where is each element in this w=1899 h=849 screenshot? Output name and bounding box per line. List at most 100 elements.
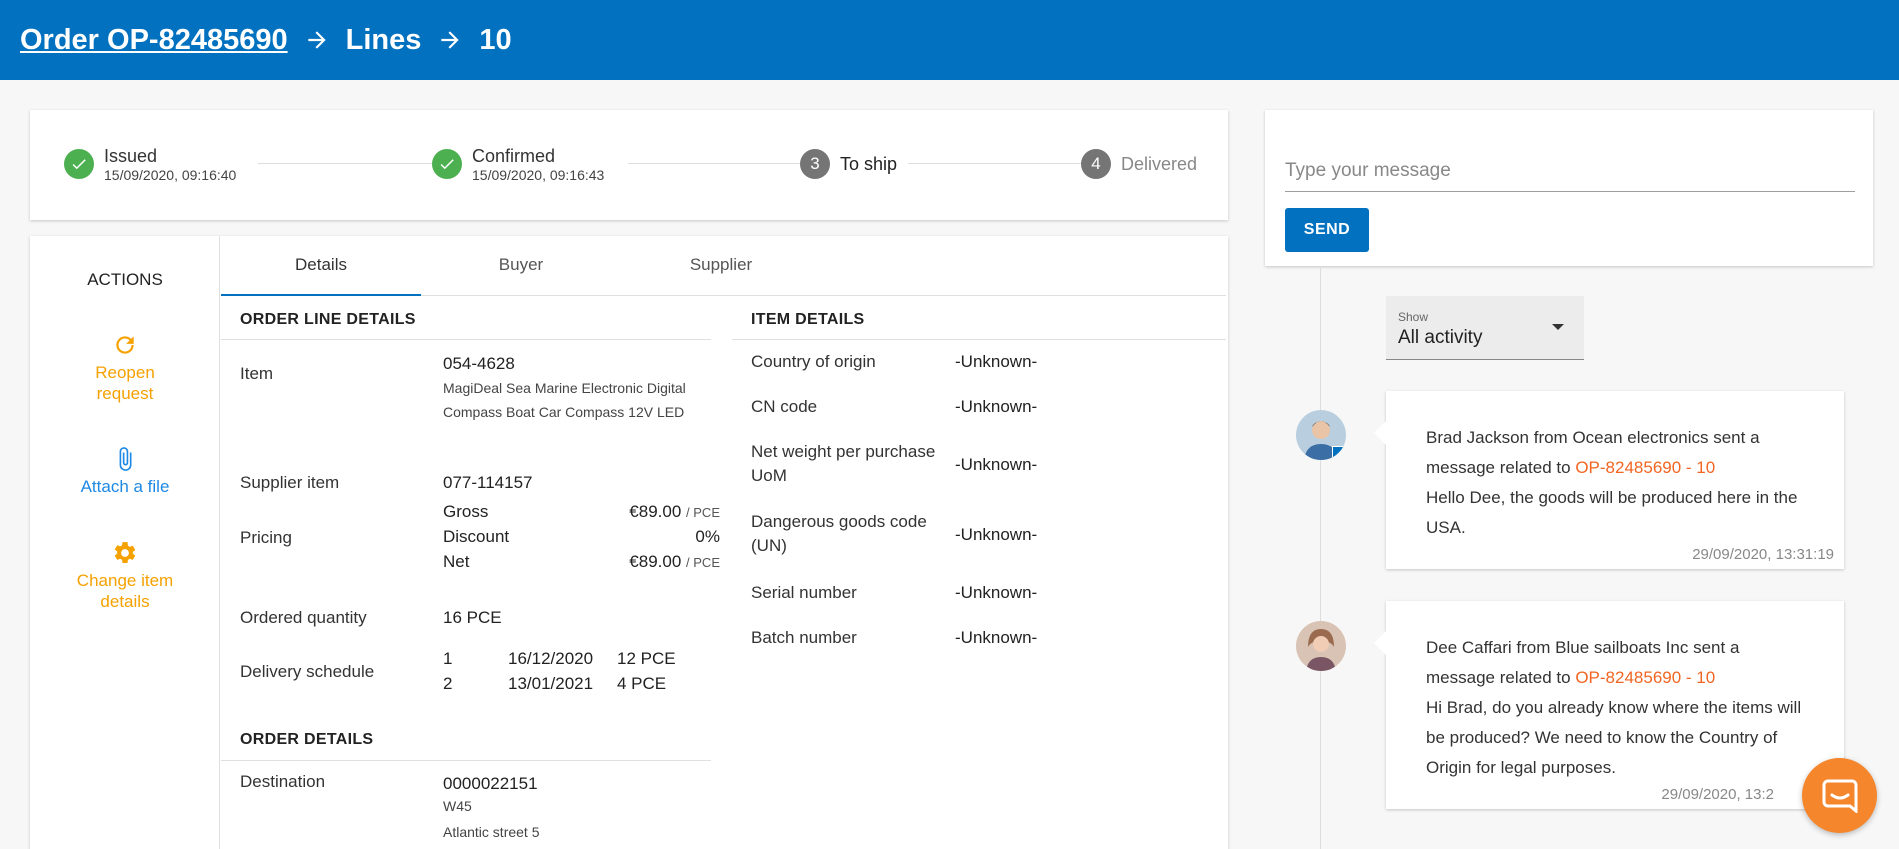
- breadcrumb-line-number: 10: [479, 23, 512, 56]
- message-reference-link[interactable]: OP-82485690 - 10: [1575, 668, 1715, 687]
- schedule-row-date: 16/12/2020: [508, 649, 594, 668]
- message-reference-link[interactable]: OP-82485690 - 10: [1575, 458, 1715, 477]
- price-discount-value: 0%: [695, 527, 720, 546]
- timeline-line: [1320, 266, 1321, 849]
- arrow-right-icon: [307, 31, 326, 49]
- batch-number-value: -Unknown-: [955, 628, 1038, 647]
- paperclip-icon: [119, 447, 132, 471]
- step-connector: [628, 163, 806, 164]
- step-label: To ship: [840, 154, 898, 174]
- chat-launcher-button[interactable]: [1802, 758, 1877, 833]
- net-weight-label: Net weight per purchase UoM: [751, 442, 936, 485]
- attach-file-button[interactable]: Attach a file: [30, 446, 220, 497]
- schedule-row-date: 13/01/2021: [508, 674, 594, 693]
- message-composer: SEND: [1265, 110, 1873, 266]
- send-button[interactable]: SEND: [1285, 208, 1369, 252]
- dangerous-goods-value: -Unknown-: [955, 525, 1038, 544]
- pricing-label: Pricing: [240, 528, 292, 547]
- step-label: Issued: [104, 146, 158, 166]
- actions-title: ACTIONS: [87, 270, 163, 289]
- gear-icon: [114, 542, 136, 563]
- avatar: [1296, 410, 1346, 460]
- cn-code-label: CN code: [751, 397, 818, 416]
- serial-number-value: -Unknown-: [955, 583, 1038, 602]
- price-discount-label: Discount: [443, 527, 510, 546]
- price-gross-value: €89.00 / PCE: [629, 502, 720, 521]
- batch-number-label: Batch number: [751, 628, 857, 647]
- message-body: Hello Dee, the goods will be produced he…: [1426, 488, 1798, 537]
- order-line-details-title: ORDER LINE DETAILS: [240, 311, 416, 328]
- item-label: Item: [240, 364, 274, 383]
- supplier-item-value: 077-114157: [443, 473, 533, 492]
- schedule-row-qty: 4 PCE: [617, 674, 667, 693]
- order-details-title: ORDER DETAILS: [240, 731, 374, 748]
- section-divider: [732, 339, 1226, 340]
- step-label: Delivered: [1121, 154, 1198, 174]
- status-stepper: Issued 15/09/2020, 09:16:40 Confirmed 15…: [30, 110, 1228, 220]
- step-timestamp: 15/09/2020, 09:16:40: [104, 167, 237, 183]
- step-delivered: 4 Delivered: [1081, 146, 1197, 179]
- message-timestamp: 29/09/2020, 13:31:19: [1692, 546, 1834, 563]
- step-number-badge: 4: [1081, 149, 1111, 179]
- change-item-details-button[interactable]: Change item details: [30, 540, 220, 612]
- serial-number-label: Serial number: [751, 583, 857, 602]
- destination-label: Destination: [240, 772, 326, 791]
- tab-buyer[interactable]: Buyer: [421, 236, 621, 296]
- arrow-right-icon: [441, 31, 460, 49]
- check-icon: [432, 149, 462, 179]
- step-timestamp: 15/09/2020, 09:16:43: [472, 167, 605, 183]
- item-description: MagiDeal Sea Marine Electronic Digital C…: [443, 380, 686, 420]
- reopen-label: Reopen request: [95, 363, 155, 403]
- message-card: Brad Jackson from Ocean electronics sent…: [1374, 391, 1844, 569]
- price-gross-label: Gross: [443, 502, 489, 521]
- step-to-ship: 3 To ship: [800, 146, 897, 179]
- message-timestamp: 29/09/2020, 13:2: [1661, 786, 1774, 803]
- check-icon: [64, 149, 94, 179]
- step-connector: [908, 163, 1086, 164]
- destination-line1: W45: [443, 798, 472, 814]
- item-details-title: ITEM DETAILS: [751, 311, 865, 328]
- ordered-quantity-value: 16 PCE: [443, 608, 502, 627]
- avatar: [1296, 621, 1346, 671]
- step-confirmed: Confirmed 15/09/2020, 09:16:43: [432, 146, 604, 184]
- destination-code: 0000022151: [443, 774, 538, 793]
- delivery-schedule-label: Delivery schedule: [240, 662, 375, 681]
- breadcrumb-lines[interactable]: Lines: [346, 24, 422, 57]
- tab-supplier[interactable]: Supplier: [621, 236, 821, 296]
- step-issued: Issued 15/09/2020, 09:16:40: [64, 146, 236, 184]
- item-code: 054-4628: [443, 354, 515, 373]
- net-weight-value: -Unknown-: [955, 455, 1038, 474]
- cn-code-value: -Unknown-: [955, 397, 1038, 416]
- country-of-origin-label: Country of origin: [751, 352, 876, 371]
- refresh-icon: [116, 336, 134, 354]
- message-card: Dee Caffari from Blue sailboats Inc sent…: [1374, 601, 1844, 809]
- change-label: Change item details: [76, 571, 174, 611]
- dropdown-caret-icon: [1552, 324, 1564, 330]
- top-bar: Order OP-82485690 Lines 10: [0, 0, 1899, 80]
- step-number-badge: 3: [800, 149, 830, 179]
- breadcrumb-order-link[interactable]: Order OP-82485690: [20, 24, 288, 57]
- price-net-label: Net: [443, 552, 470, 571]
- attach-label: Attach a file: [80, 477, 170, 496]
- destination-line2: Atlantic street 5: [443, 824, 540, 840]
- chat-icon: [1822, 779, 1857, 813]
- activity-filter-label: Show: [1398, 310, 1429, 324]
- detail-tabs: Details Buyer Supplier: [221, 236, 1226, 296]
- dangerous-goods-label: Dangerous goods code (UN): [751, 512, 927, 555]
- tab-details[interactable]: Details: [221, 236, 421, 296]
- actions-panel: ACTIONS Reopen request Attach a file Cha…: [30, 236, 220, 849]
- schedule-row-number: 2: [443, 674, 453, 693]
- ordered-quantity-label: Ordered quantity: [240, 608, 367, 627]
- schedule-row-qty: 12 PCE: [617, 649, 676, 668]
- step-label: Confirmed: [472, 146, 556, 166]
- section-divider: [221, 760, 711, 761]
- order-line-card: ACTIONS Reopen request Attach a file Cha…: [30, 236, 1228, 849]
- price-net-value: €89.00 / PCE: [629, 552, 720, 571]
- section-divider: [221, 339, 711, 340]
- message-body: Hi Brad, do you already know where the i…: [1426, 698, 1802, 777]
- country-of-origin-value: -Unknown-: [955, 352, 1038, 371]
- activity-filter-select[interactable]: Show All activity: [1386, 296, 1584, 360]
- reopen-request-button[interactable]: Reopen request: [30, 332, 220, 404]
- message-input[interactable]: [1285, 150, 1855, 192]
- schedule-row-number: 1: [443, 649, 453, 668]
